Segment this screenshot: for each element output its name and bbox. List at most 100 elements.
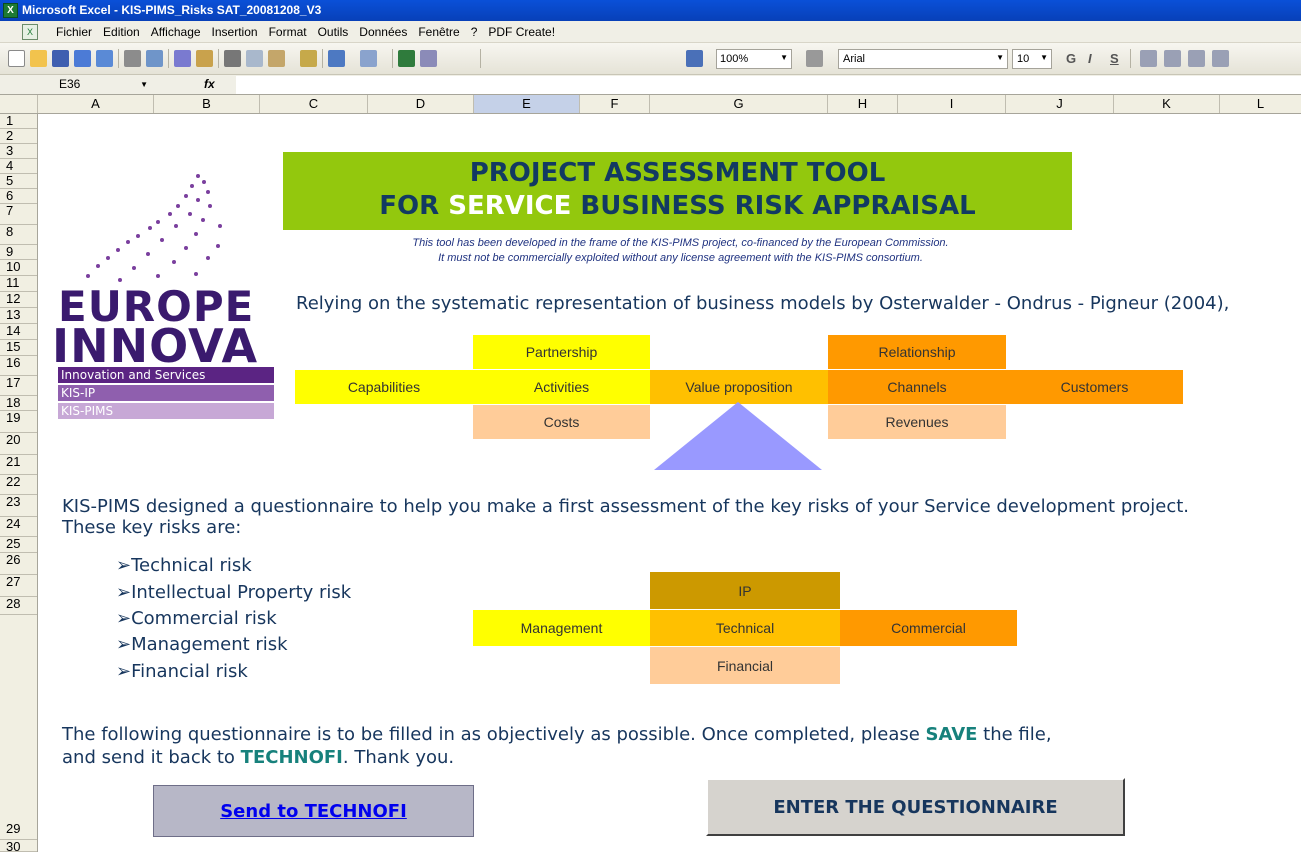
italic-button[interactable]: I [1088,51,1092,66]
risk-financial: Financial [650,647,840,684]
open-folder-icon[interactable] [30,50,47,67]
menu-fichier[interactable]: Fichier [52,25,99,39]
column-header[interactable]: E [474,95,580,113]
worksheet[interactable]: EUROPE INNOVA Innovation and Services KI… [38,114,1301,852]
menu-insertion[interactable]: Insertion [208,25,265,39]
save-icon[interactable] [52,50,69,67]
menu-donnees[interactable]: Données [355,25,414,39]
row-header[interactable]: 20 [0,433,37,455]
row-header[interactable]: 14 [0,324,37,340]
row-header[interactable]: 29 [0,615,37,840]
formula-bar: E36 ▼ fx [0,75,1301,95]
zoom-select[interactable]: 100% ▼ [716,49,792,69]
format-painter-icon[interactable] [300,50,317,67]
row-header[interactable]: 4 [0,159,37,174]
new-document-icon[interactable] [8,50,25,67]
row-header[interactable]: 17 [0,376,37,396]
column-header[interactable]: F [580,95,650,113]
undo-icon[interactable] [328,50,345,67]
toolbar-options-icon[interactable] [806,50,823,67]
email-icon[interactable] [96,50,113,67]
row-header[interactable]: 18 [0,396,37,411]
row-header[interactable]: 10 [0,260,37,276]
copy-icon[interactable] [246,50,263,67]
column-header[interactable]: L [1220,95,1301,113]
menu-edition[interactable]: Edition [99,25,147,39]
enter-questionnaire-button[interactable]: ENTER THE QUESTIONNAIRE [706,778,1125,836]
column-header[interactable]: J [1006,95,1114,113]
row-header[interactable]: 22 [0,475,37,495]
research-icon[interactable] [196,50,213,67]
logo-bar-innovation: Innovation and Services [58,367,274,383]
menu-pdf-create[interactable]: PDF Create! [484,25,562,39]
align-center-icon[interactable] [1164,50,1181,67]
column-header[interactable]: H [828,95,898,113]
spelling-icon[interactable] [174,50,191,67]
print-icon[interactable] [124,50,141,67]
logo-bar-kis-ip: KIS-IP [58,385,274,401]
send-to-technofi-button[interactable]: Send to TECHNOFI [153,785,474,837]
row-header[interactable]: 8 [0,225,37,245]
underline-button[interactable]: S [1110,51,1119,66]
column-header[interactable]: C [260,95,368,113]
row-header[interactable]: 15 [0,340,37,356]
name-box[interactable]: E36 ▼ [56,76,152,94]
column-header[interactable]: G [650,95,828,113]
chart-wizard-icon[interactable] [686,50,703,67]
row-header[interactable]: 30 [0,840,37,852]
menu-fenetre[interactable]: Fenêtre [414,25,466,39]
menu-format[interactable]: Format [265,25,314,39]
bold-button[interactable]: G [1066,51,1076,66]
risk-item: ➢Technical risk [116,555,252,576]
menu-help[interactable]: ? [467,25,485,39]
redo-icon[interactable] [360,50,377,67]
row-header[interactable]: 12 [0,292,37,308]
row-header[interactable]: 28 [0,597,37,615]
align-right-icon[interactable] [1188,50,1205,67]
column-header[interactable]: A [38,95,154,113]
menu-outils[interactable]: Outils [314,25,356,39]
column-header[interactable]: K [1114,95,1220,113]
align-left-icon[interactable] [1140,50,1157,67]
row-header[interactable]: 11 [0,276,37,292]
row-header[interactable]: 24 [0,517,37,537]
select-all-corner[interactable] [0,95,38,113]
row-header[interactable]: 21 [0,455,37,475]
row-header[interactable]: 23 [0,495,37,517]
permission-icon[interactable] [74,50,91,67]
print-preview-icon[interactable] [146,50,163,67]
row-header[interactable]: 13 [0,308,37,324]
row-header[interactable]: 9 [0,245,37,260]
intro-line-2: These key risks are: [62,517,242,538]
workbook-icon[interactable]: X [22,24,38,40]
hyperlink-icon[interactable] [398,50,415,67]
menu-affichage[interactable]: Affichage [147,25,208,39]
formula-input[interactable] [236,76,1301,94]
row-header[interactable]: 27 [0,575,37,597]
column-header[interactable]: I [898,95,1006,113]
row-header[interactable]: 6 [0,189,37,204]
row-header[interactable]: 5 [0,174,37,189]
autosum-icon[interactable] [420,50,437,67]
column-header[interactable]: D [368,95,474,113]
risk-commercial: Commercial [840,610,1017,646]
europe-innova-logo-icon [86,174,222,282]
row-header[interactable]: 2 [0,129,37,144]
row-header[interactable]: 1 [0,114,37,129]
merge-center-icon[interactable] [1212,50,1229,67]
row-header[interactable]: 7 [0,204,37,225]
row-header[interactable]: 25 [0,537,37,553]
row-header[interactable]: 3 [0,144,37,159]
paste-icon[interactable] [268,50,285,67]
excel-icon[interactable]: X [3,3,18,18]
bm-costs: Costs [473,405,650,439]
row-header[interactable]: 19 [0,411,37,433]
font-size-select[interactable]: 10 ▼ [1012,49,1052,69]
function-icon[interactable]: fx [204,77,215,91]
cut-icon[interactable] [224,50,241,67]
row-header[interactable]: 26 [0,553,37,575]
row-header[interactable]: 16 [0,356,37,376]
column-header[interactable]: B [154,95,260,113]
bm-relationship: Relationship [828,335,1006,369]
font-select[interactable]: Arial ▼ [838,49,1008,69]
